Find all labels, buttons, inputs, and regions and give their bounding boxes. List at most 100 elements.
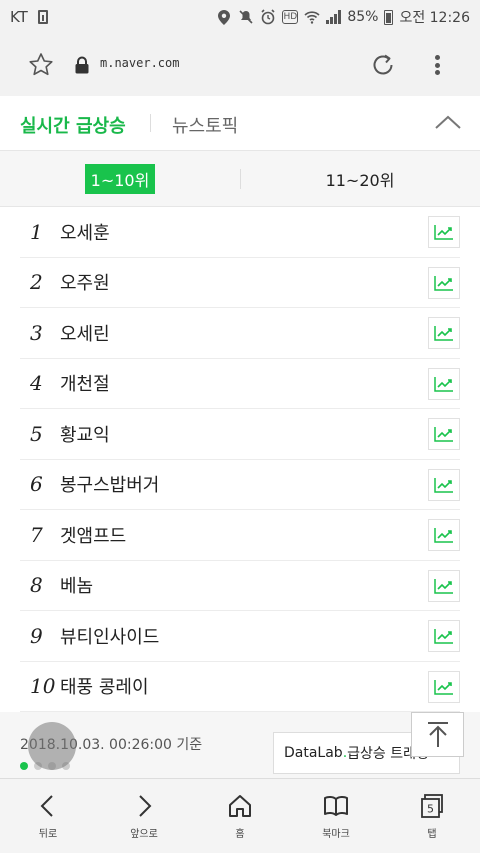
ranking-row[interactable]: 5 황교익 xyxy=(20,409,460,460)
location-icon xyxy=(216,9,232,25)
tab-realtime[interactable]: 실시간 급상승 xyxy=(20,112,126,138)
page-dot xyxy=(20,762,28,770)
bottom-nav: 뒤로 앞으로 홈 북마크 5 탭 xyxy=(0,778,480,853)
ranking-row[interactable]: 6 봉구스밥버거 xyxy=(20,460,460,510)
tab-news-topic[interactable]: 뉴스토픽 xyxy=(172,112,238,138)
rank-number: 2 xyxy=(30,270,43,295)
rank-number: 3 xyxy=(30,320,43,345)
signal-icon xyxy=(326,10,342,24)
ranking-list: 1 오세훈 2 오주원 3 오세린 4 개천절 5 황교익 6 봉구스밥버거 7 겟앰프드 8 베놈 9 뷰티인사… xyxy=(20,207,460,712)
rank-keyword[interactable]: 태풍 콩레이 xyxy=(60,673,149,699)
trend-chart-button[interactable] xyxy=(428,418,460,450)
trend-icon xyxy=(434,376,453,392)
rank-keyword[interactable]: 봉구스밥버거 xyxy=(60,471,159,497)
rank-tab-divider xyxy=(240,169,241,189)
rank-keyword[interactable]: 오주원 xyxy=(60,269,110,295)
star-icon[interactable] xyxy=(28,52,54,78)
status-icons: HD 85% 오전 12:26 xyxy=(216,7,470,27)
nav-home-label: 홈 xyxy=(235,829,245,840)
rank-keyword[interactable]: 오세훈 xyxy=(60,219,110,245)
sim-icon xyxy=(37,10,48,24)
ranking-row[interactable]: 3 오세린 xyxy=(20,308,460,359)
ranking-row[interactable]: 4 개천절 xyxy=(20,359,460,409)
rank-number: 1 xyxy=(30,219,43,244)
tab-divider xyxy=(150,114,151,132)
ranking-row[interactable]: 7 겟앰프드 xyxy=(20,510,460,561)
scroll-to-top-button[interactable] xyxy=(411,712,464,757)
rank-keyword[interactable]: 겟앰프드 xyxy=(60,522,126,548)
trend-icon xyxy=(434,629,453,644)
nav-tabs-label: 탭 xyxy=(427,829,437,840)
trend-chart-button[interactable] xyxy=(428,569,460,602)
rank-keyword[interactable]: 오세린 xyxy=(60,320,110,346)
trend-icon xyxy=(434,477,453,493)
ranking-row[interactable]: 2 오주원 xyxy=(20,258,460,308)
nav-tabs[interactable]: 5 탭 xyxy=(384,779,480,853)
trend-chart-button[interactable] xyxy=(428,216,460,248)
bookmark-icon xyxy=(324,795,348,816)
nav-back-label: 뒤로 xyxy=(38,829,58,840)
nav-back[interactable]: 뒤로 xyxy=(0,779,96,853)
rank-keyword[interactable]: 뷰티인사이드 xyxy=(60,623,159,649)
rank-number: 9 xyxy=(30,623,43,648)
trend-chart-button[interactable] xyxy=(428,317,460,349)
nav-forward-label: 앞으로 xyxy=(130,829,158,840)
nav-home[interactable]: 홈 xyxy=(192,779,288,853)
trend-icon xyxy=(434,679,453,695)
tab-count: 5 xyxy=(427,803,434,816)
tab-rank-11-20[interactable]: 11~20위 xyxy=(300,164,420,194)
trend-chart-button[interactable] xyxy=(428,620,460,652)
trend-icon xyxy=(434,326,453,341)
ranking-row[interactable]: 9 뷰티인사이드 xyxy=(20,611,460,662)
nav-bookmark-label: 북마크 xyxy=(322,829,350,840)
rank-number: 7 xyxy=(30,522,43,547)
trend-chart-button[interactable] xyxy=(428,670,460,703)
status-bar: KT HD 85% 오전 12:26 xyxy=(0,0,480,34)
home-icon xyxy=(229,795,251,817)
forward-icon xyxy=(139,795,152,817)
rank-keyword[interactable]: 황교익 xyxy=(60,421,110,447)
battery-percent: 85% xyxy=(347,9,379,25)
rank-number: 10 xyxy=(30,674,56,699)
alarm-icon xyxy=(260,9,276,25)
more-menu-icon[interactable] xyxy=(430,52,444,78)
trend-chart-button[interactable] xyxy=(428,367,460,400)
ranking-row[interactable]: 10 태풍 콩레이 xyxy=(20,662,460,712)
trend-chart-button[interactable] xyxy=(428,468,460,501)
datalab-prefix: DataLab xyxy=(284,745,343,761)
browser-toolbar: m.naver.com xyxy=(0,34,480,96)
tabs-icon: 5 xyxy=(421,794,443,818)
rank-keyword[interactable]: 개천절 xyxy=(60,370,110,396)
lock-icon xyxy=(74,56,90,74)
trend-icon xyxy=(434,578,453,594)
carrier-label: KT xyxy=(10,8,28,26)
url-field[interactable]: m.naver.com xyxy=(100,56,179,70)
tab-rank-1-10[interactable]: 1~10위 xyxy=(85,164,155,194)
rank-number: 5 xyxy=(30,421,43,446)
topic-tabs: 실시간 급상승 뉴스토픽 xyxy=(0,96,480,151)
ranking-row[interactable]: 8 베놈 xyxy=(20,561,460,611)
rank-number: 6 xyxy=(30,472,43,497)
reload-icon[interactable] xyxy=(370,52,396,78)
chevron-up-icon[interactable] xyxy=(434,112,462,132)
nav-bookmark[interactable]: 북마크 xyxy=(288,779,384,853)
battery-icon xyxy=(384,9,394,25)
rank-number: 4 xyxy=(30,371,43,396)
trend-chart-button[interactable] xyxy=(428,519,460,551)
clock: 오전 12:26 xyxy=(399,10,470,26)
trend-icon xyxy=(434,225,453,240)
floating-touch-button[interactable] xyxy=(28,722,76,770)
wifi-icon xyxy=(304,9,320,25)
trend-icon xyxy=(434,528,453,543)
ranking-row[interactable]: 1 오세훈 xyxy=(20,207,460,258)
trend-icon xyxy=(434,275,453,291)
rank-number: 8 xyxy=(30,573,43,598)
mute-icon xyxy=(238,9,254,25)
nav-forward[interactable]: 앞으로 xyxy=(96,779,192,853)
rank-range-tabs: 1~10위 11~20위 xyxy=(0,151,480,207)
hd-badge: HD xyxy=(282,10,299,24)
rank-keyword[interactable]: 베놈 xyxy=(60,572,93,598)
trend-chart-button[interactable] xyxy=(428,266,460,299)
arrow-up-icon xyxy=(427,721,448,747)
back-icon xyxy=(40,795,53,817)
